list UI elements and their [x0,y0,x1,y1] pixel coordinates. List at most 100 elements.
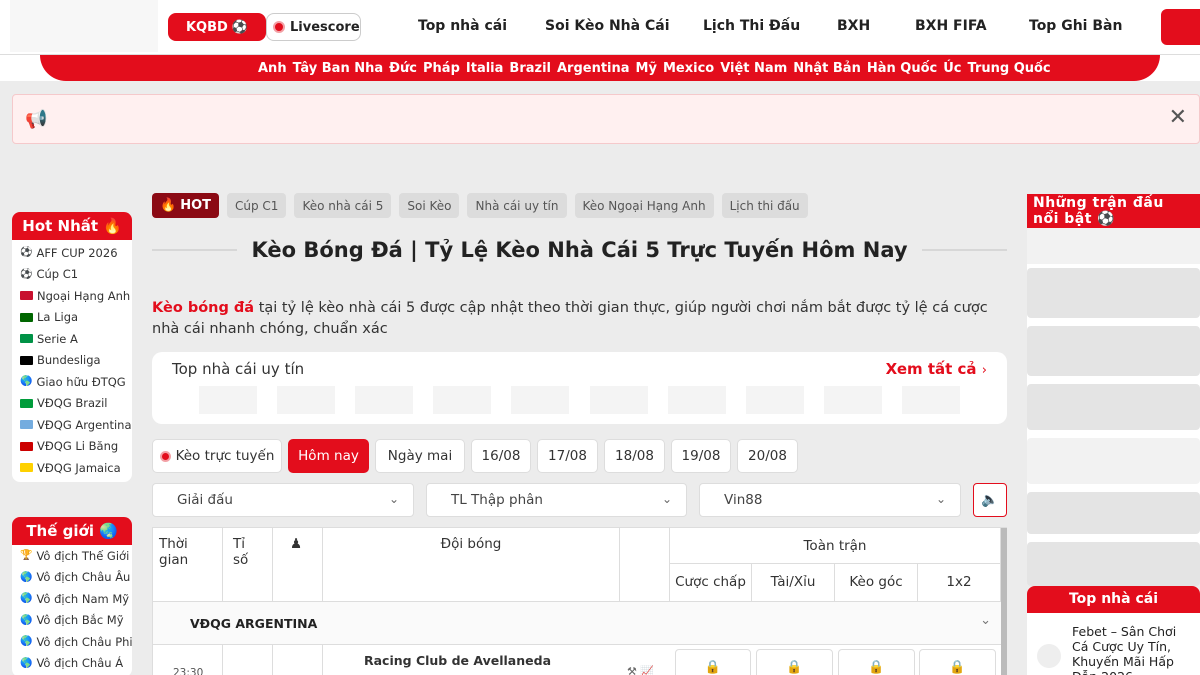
home-team[interactable]: Racing Club de Avellaneda [364,653,551,668]
bookmaker-logo[interactable] [668,386,726,414]
bookmaker-logo[interactable] [277,386,335,414]
bookmaker-logo[interactable] [355,386,413,414]
featured-match-slot[interactable] [1027,384,1200,430]
country-link[interactable]: Argentina [557,61,630,76]
tab-date[interactable]: 19/08 [671,439,731,473]
country-link[interactable]: Italia [466,61,504,76]
sidebar-item-world[interactable]: 🌎 Vô địch Bắc Mỹ [12,610,132,632]
country-link[interactable]: Brazil [509,61,551,76]
bookmaker-logo[interactable] [746,386,804,414]
sidebar-item-hot[interactable]: VĐQG Jamaica [12,457,132,479]
odds-cell[interactable]: 🔒 [919,649,996,675]
sidebar-item-hot[interactable]: 🌎 Giao hữu ĐTQG [12,371,132,393]
bookmaker-logo[interactable] [902,386,960,414]
nav-top-ghi-ban[interactable]: Top Ghi Bàn [1029,18,1122,34]
col-full-match: Toàn trận [670,528,1001,564]
nav-bxh[interactable]: BXH [837,18,870,34]
tab-date[interactable]: 18/08 [604,439,665,473]
odds-format-select[interactable]: TL Thập phân ⌄ [426,483,687,517]
flag-icon [20,420,33,430]
sidebar-item-world[interactable]: 🌎 Vô địch Châu Phi [12,631,132,653]
nav-lich-thi-dau[interactable]: Lịch Thi Đấu [703,18,800,34]
login-button[interactable] [1161,9,1200,45]
sidebar-item-hot[interactable]: VĐQG Li Băng [12,436,132,458]
country-link[interactable]: Việt Nam [720,61,787,76]
featured-matches-box: Những trận đấu nổi bật ⚽ [1027,194,1200,586]
sidebar-item-hot[interactable]: Bundesliga [12,350,132,372]
country-link[interactable]: Mexico [663,61,714,76]
match-row[interactable]: 23:30 Racing Club de Avellaneda ⚒ 📈 🔒 🔒 … [153,645,1001,675]
odds-cell[interactable]: 🔒 [838,649,915,675]
league-select[interactable]: Giải đấu ⌄ [152,483,414,517]
match-time: 23:30 [173,667,204,675]
sidebar-item-hot[interactable]: VĐQG Brazil [12,393,132,415]
nav-top-nha-cai[interactable]: Top nhà cái [418,18,507,34]
intro-link[interactable]: Kèo bóng đá [152,300,254,316]
bookmaker-logo[interactable] [590,386,648,414]
featured-match-slot[interactable] [1027,326,1200,376]
odds-cell[interactable]: 🔒 [675,649,751,675]
country-link[interactable]: Tây Ban Nha [293,61,384,76]
site-logo[interactable] [10,0,158,52]
lock-icon: 🔒 [868,660,885,675]
featured-match-slot[interactable] [1027,228,1200,264]
tab-date[interactable]: 20/08 [737,439,798,473]
sidebar-item-world[interactable]: 🌎 Vô địch Châu Âu [12,567,132,589]
sidebar-item-hot[interactable]: La Liga [12,307,132,329]
featured-match-slot[interactable] [1027,492,1200,534]
tab-date[interactable]: 17/08 [537,439,598,473]
tag-chip[interactable]: Cúp C1 [227,193,287,218]
tag-chip[interactable]: Nhà cái uy tín [467,193,567,218]
tag-chip[interactable]: Soi Kèo [399,193,460,218]
featured-match-slot[interactable] [1027,542,1200,586]
table-scrollbar[interactable] [1001,528,1007,675]
odds-cell[interactable]: 🔒 [756,649,833,675]
bookmaker-logo[interactable] [824,386,882,414]
sidebar-item-hot[interactable]: ⚽ AFF CUP 2026 [12,242,132,264]
sound-toggle[interactable]: 🔈 [973,483,1007,517]
country-link[interactable]: Mỹ [636,61,657,76]
league-row[interactable]: VĐQG ARGENTINA ⌄ [153,601,1001,645]
nav-soi-keo[interactable]: Soi Kèo Nhà Cái [545,18,670,34]
bookmaker-logo[interactable] [199,386,257,414]
bookmaker-select[interactable]: Vin88 ⌄ [699,483,961,517]
country-link[interactable]: Hàn Quốc [867,61,937,76]
stats-icon[interactable]: ⚒ 📈 [627,665,654,675]
sidebar-item-world[interactable]: 🏆 Vô địch Thế Giới [12,545,132,567]
country-link[interactable]: Nhật Bản [793,61,861,76]
tab-date[interactable]: 16/08 [471,439,531,473]
col-team: Đội bóng [323,528,620,601]
sidebar-item-hot[interactable]: VĐQG Argentina [12,414,132,436]
country-link[interactable]: Anh [258,61,287,76]
sidebar-item-hot[interactable]: Ngoại Hạng Anh [12,285,132,307]
featured-match-slot[interactable] [1027,268,1200,318]
country-link[interactable]: Pháp [423,61,460,76]
sidebar-item-world[interactable]: 🌎 Vô địch Nam Mỹ [12,588,132,610]
hot-leagues-title: Hot Nhất [22,217,99,235]
country-link[interactable]: Đức [389,61,417,76]
see-all-link[interactable]: Xem tất cả › [886,360,987,378]
live-odds-button[interactable]: Kèo trực tuyến [152,439,282,473]
sidebar-item-hot[interactable]: Serie A [12,328,132,350]
tag-chip[interactable]: Kèo Ngoại Hạng Anh [574,193,714,218]
featured-match-slot[interactable] [1027,438,1200,484]
nav-bxh-fifa[interactable]: BXH FIFA [915,18,987,34]
country-link[interactable]: Úc [943,61,961,76]
tag-chip[interactable]: Lịch thi đấu [721,193,808,218]
kqbd-button[interactable]: KQBD ⚽ [168,13,266,41]
bookmaker-logo[interactable] [511,386,569,414]
sidebar-item-world[interactable]: 🌎 Vô địch Châu Á [12,653,132,675]
livescore-button[interactable]: Livescore [266,13,361,41]
country-link[interactable]: Trung Quốc [968,61,1051,76]
bookmaker-logo[interactable] [433,386,491,414]
sidebar-item-label: Vô địch Châu Á [36,656,124,671]
tab-today[interactable]: Hôm nay [288,439,369,473]
hot-tag[interactable]: 🔥 HOT [152,193,219,218]
article-title[interactable]: Febet – Sân Chơi Cá Cược Uy Tín, Khuyến … [1072,624,1194,675]
tag-chip[interactable]: Kèo nhà cái 5 [294,193,392,218]
sidebar-item-hot[interactable]: ⚽ Cúp C1 [12,264,132,286]
close-icon[interactable]: ✕ [1169,105,1187,130]
col-score: Tỉ số [223,528,273,601]
megaphone-icon: 📢 [25,109,48,130]
tab-tomorrow[interactable]: Ngày mai [375,439,465,473]
